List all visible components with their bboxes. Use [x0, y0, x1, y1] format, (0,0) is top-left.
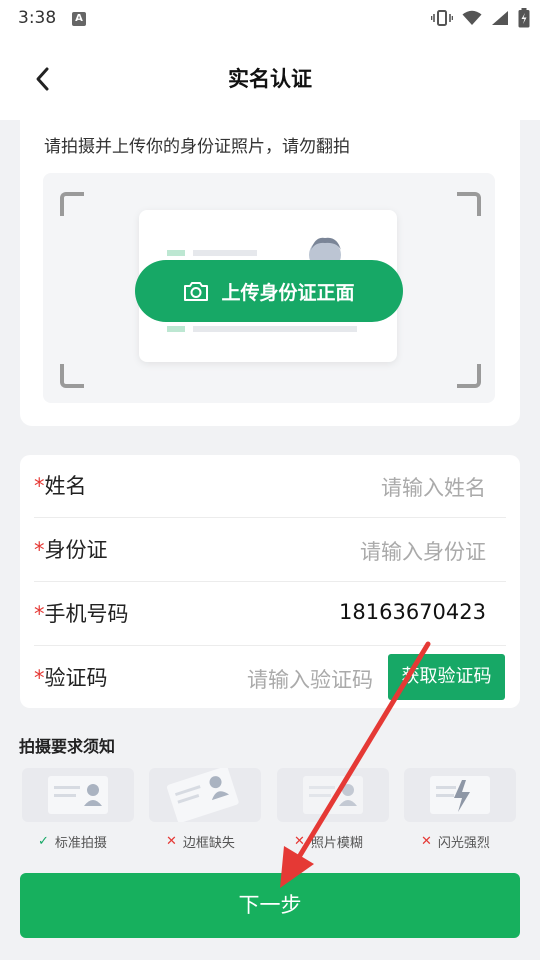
divider: [34, 517, 506, 518]
frame-corner: [457, 364, 481, 388]
upload-button-label: 上传身份证正面: [221, 281, 355, 304]
frame-corner: [60, 364, 84, 388]
requirements-title: 拍摄要求须知: [19, 737, 116, 756]
id-card-sample-icon: [48, 776, 108, 814]
id-number-input[interactable]: 请输入身份证: [360, 536, 486, 566]
cross-icon: ✕: [294, 834, 305, 849]
sample-standard-image: [22, 768, 134, 822]
wifi-icon: [462, 10, 482, 25]
frame-corner: [60, 192, 84, 216]
code-label: *验证码: [34, 666, 108, 690]
name-row: *姓名 请输入姓名: [34, 456, 506, 520]
back-button[interactable]: [30, 64, 56, 94]
code-input[interactable]: 请输入验证码: [247, 664, 373, 694]
frame-corner: [457, 192, 481, 216]
battery-icon: [518, 8, 530, 28]
divider: [34, 645, 506, 646]
requirement-standard: ✓ 标准拍摄: [38, 834, 107, 851]
sample-glare-image: [404, 768, 516, 822]
check-icon: ✓: [38, 834, 49, 849]
id-number-label: *身份证: [34, 538, 108, 562]
requirement-blurry: ✕ 照片模糊: [294, 834, 363, 851]
divider: [34, 581, 506, 582]
sample-missing-border-image: [149, 766, 261, 823]
notification-badge-icon: A: [72, 12, 86, 26]
id-number-row: *身份证 请输入身份证: [34, 520, 506, 584]
name-input[interactable]: 请输入姓名: [381, 472, 486, 502]
cross-icon: ✕: [166, 834, 177, 849]
sample-blurry-image: [277, 768, 389, 822]
status-time: 3:38: [18, 8, 57, 28]
phone-label: *手机号码: [34, 602, 129, 626]
camera-icon: [184, 282, 209, 301]
page-title: 实名认证: [228, 67, 312, 91]
signal-icon: [492, 11, 508, 25]
vibrate-icon: [431, 10, 453, 26]
phone-row: *手机号码 18163670423: [34, 584, 506, 648]
requirement-glare: ✕ 闪光强烈: [421, 834, 490, 851]
requirement-missing-border: ✕ 边框缺失: [166, 834, 235, 851]
phone-input[interactable]: 18163670423: [339, 600, 486, 624]
id-card-sample-icon: [430, 776, 490, 814]
id-card-sample-icon: [303, 776, 363, 814]
name-label: *姓名: [34, 474, 87, 498]
chevron-left-icon: [36, 67, 49, 91]
upload-id-front-button[interactable]: 上传身份证正面: [135, 260, 403, 322]
status-icons: [431, 8, 530, 28]
get-code-button[interactable]: 获取验证码: [388, 654, 505, 700]
cross-icon: ✕: [421, 834, 432, 849]
next-step-button[interactable]: 下一步: [20, 873, 520, 938]
id-card-sample-icon: [166, 766, 239, 823]
upload-hint: 请拍摄并上传你的身份证照片，请勿翻拍: [44, 137, 350, 157]
